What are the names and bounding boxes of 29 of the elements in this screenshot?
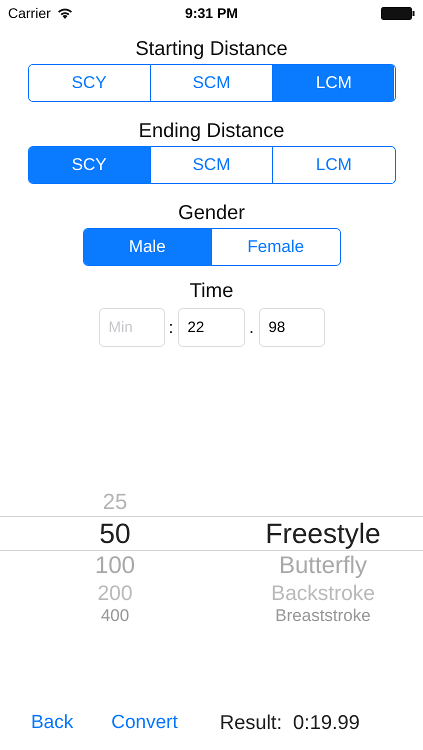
minutes-field[interactable]: Min <box>98 308 164 347</box>
carrier-label: Carrier <box>8 4 51 22</box>
result-value: 0:19.99 <box>293 711 360 736</box>
section-title: Starting Distance <box>135 37 288 62</box>
picker-item[interactable]: 25 <box>102 490 128 512</box>
segment-tab[interactable]: Male <box>84 229 211 265</box>
picker-item[interactable]: 100 <box>94 554 136 578</box>
segment-tab[interactable]: SCY <box>28 147 150 183</box>
segment-tab[interactable]: LCM <box>272 65 394 101</box>
separator-dot: . <box>248 316 255 339</box>
section-title: Ending Distance <box>138 119 284 144</box>
clock-label: 9:31 PM <box>185 4 238 22</box>
battery-icon <box>381 6 415 20</box>
segment-tab[interactable]: Female <box>211 229 340 265</box>
picker-item[interactable]: 50 <box>99 520 131 548</box>
picker-item[interactable]: 400 <box>100 607 130 624</box>
separator-colon: : <box>168 316 174 339</box>
picker-item[interactable]: Freestyle <box>265 520 381 548</box>
section-title: Time <box>190 279 234 304</box>
convert-button[interactable]: Convert <box>111 708 178 738</box>
hundredths-field[interactable]: 98 <box>258 308 324 347</box>
wifi-icon <box>56 7 73 19</box>
back-button[interactable]: Back <box>31 708 74 738</box>
section-title: Gender <box>178 201 245 226</box>
picker-item[interactable]: Breaststroke <box>275 607 371 624</box>
seconds-field[interactable]: 22 <box>178 308 244 347</box>
segment-tab[interactable]: LCM <box>272 147 394 183</box>
result-label: Result: <box>220 711 282 736</box>
picker-item[interactable]: Butterfly <box>278 554 368 578</box>
